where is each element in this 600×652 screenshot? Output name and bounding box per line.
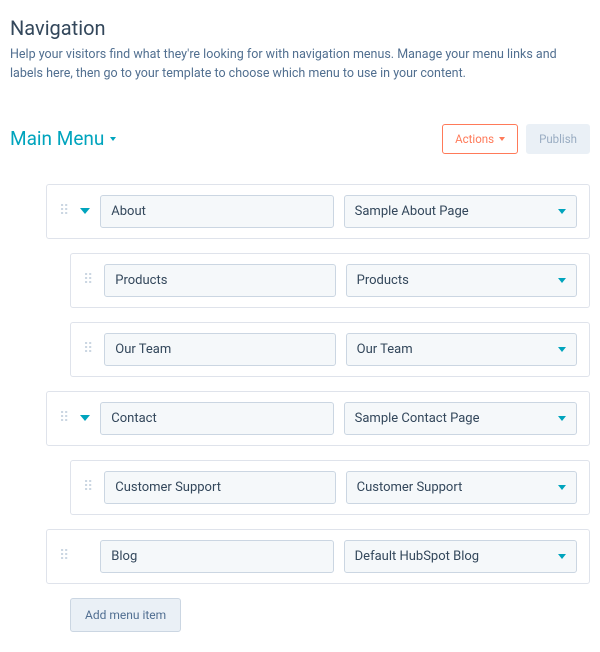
select-value: Sample About Page [355,204,469,219]
menu-item-label-input[interactable] [100,540,333,573]
drag-handle-icon[interactable] [59,416,70,421]
caret-down-icon [558,209,566,214]
drag-handle-icon[interactable] [83,485,94,490]
page-description: Help your visitors find what they're loo… [10,46,580,84]
drag-handle-icon[interactable] [59,554,70,559]
menu-item-label-input[interactable] [104,471,335,504]
caret-down-icon [558,554,566,559]
menu-item-page-select[interactable]: Customer Support [346,471,577,504]
menu-item-page-select[interactable]: Sample Contact Page [344,402,577,435]
menu-item-row: Sample Contact Page [46,391,590,446]
menu-item-page-select[interactable]: Our Team [346,333,577,366]
caret-down-icon [558,485,566,490]
menu-item-label-input[interactable] [100,195,333,228]
menu-name-label: Main Menu [10,127,104,150]
menu-item-row: Products [70,253,590,308]
expand-toggle-icon[interactable] [80,208,90,214]
menu-tree: Sample About Page Products Our Team Sample … [10,184,590,632]
caret-down-icon [110,137,116,141]
menu-item-row: Default HubSpot Blog [46,529,590,584]
menu-item-row: Customer Support [70,460,590,515]
actions-button[interactable]: Actions [442,124,518,154]
drag-handle-icon[interactable] [59,209,70,214]
caret-down-icon [558,416,566,421]
page-title: Navigation [10,16,590,40]
caret-down-icon [558,347,566,352]
menu-item-page-select[interactable]: Sample About Page [344,195,577,228]
menu-item-label-input[interactable] [100,402,333,435]
drag-handle-icon[interactable] [83,347,94,352]
menu-item-label-input[interactable] [104,333,335,366]
select-value: Sample Contact Page [355,411,480,426]
menu-item-page-select[interactable]: Default HubSpot Blog [344,540,577,573]
menu-item-row: Sample About Page [46,184,590,239]
drag-handle-icon[interactable] [83,278,94,283]
menu-name-dropdown[interactable]: Main Menu [10,127,116,150]
expand-toggle-icon[interactable] [80,415,90,421]
select-value: Our Team [357,342,413,357]
menu-item-label-input[interactable] [104,264,335,297]
menu-item-page-select[interactable]: Products [346,264,577,297]
select-value: Products [357,273,409,288]
publish-button[interactable]: Publish [526,124,590,154]
caret-down-icon [558,278,566,283]
actions-label: Actions [455,132,494,146]
menu-item-row: Our Team [70,322,590,377]
select-value: Customer Support [357,480,463,495]
caret-down-icon [499,137,505,141]
add-menu-item-button[interactable]: Add menu item [70,598,181,632]
